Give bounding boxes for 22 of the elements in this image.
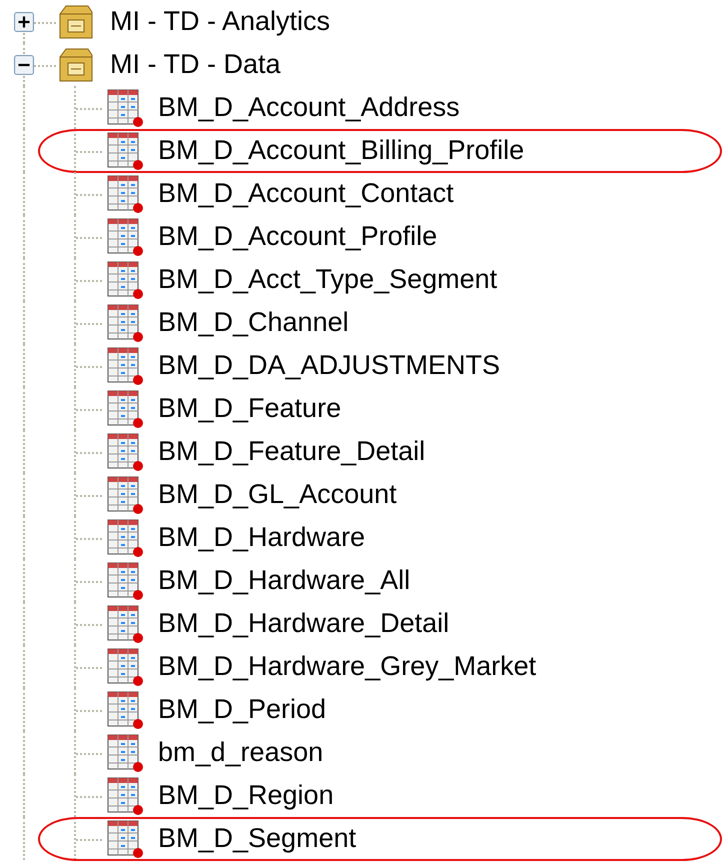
tree-node-label[interactable]: BM_D_Feature_Detail xyxy=(158,436,426,467)
tree-node-label[interactable]: BM_D_Account_Profile xyxy=(158,221,438,252)
tree-node-label[interactable]: BM_D_Hardware_Grey_Market xyxy=(158,651,536,682)
tree-node-label[interactable]: MI - TD - Analytics xyxy=(110,6,330,37)
tree-node-label[interactable]: MI - TD - Data xyxy=(110,49,281,80)
tree-node-label[interactable]: BM_D_GL_Account xyxy=(158,479,397,510)
tree-node-label[interactable]: BM_D_Hardware_Detail xyxy=(158,608,450,639)
tree-node-label[interactable]: BM_D_Hardware xyxy=(158,522,366,553)
tree-node-label[interactable]: BM_D_Segment xyxy=(158,823,356,854)
tree-node-label[interactable]: BM_D_Period xyxy=(158,694,326,725)
tree-node-label[interactable]: BM_D_Feature xyxy=(158,393,342,424)
expand-icon[interactable] xyxy=(14,12,34,32)
tree-node-label[interactable]: BM_D_Account_Contact xyxy=(158,178,454,209)
tree-node-label[interactable]: BM_D_Region xyxy=(158,780,334,811)
collapse-icon[interactable] xyxy=(14,54,34,74)
tree-node-label[interactable]: BM_D_Channel xyxy=(158,307,349,338)
tree-node-label[interactable]: BM_D_Acct_Type_Segment xyxy=(158,264,498,295)
tree-node-label[interactable]: BM_D_Hardware_All xyxy=(158,565,410,596)
tree-node-label[interactable]: bm_d_reason xyxy=(158,737,324,768)
tree-node-label[interactable]: BM_D_Account_Billing_Profile xyxy=(158,135,524,166)
tree-node-label[interactable]: BM_D_DA_ADJUSTMENTS xyxy=(158,350,500,381)
tree-node-label[interactable]: BM_D_Account_Address xyxy=(158,92,460,123)
